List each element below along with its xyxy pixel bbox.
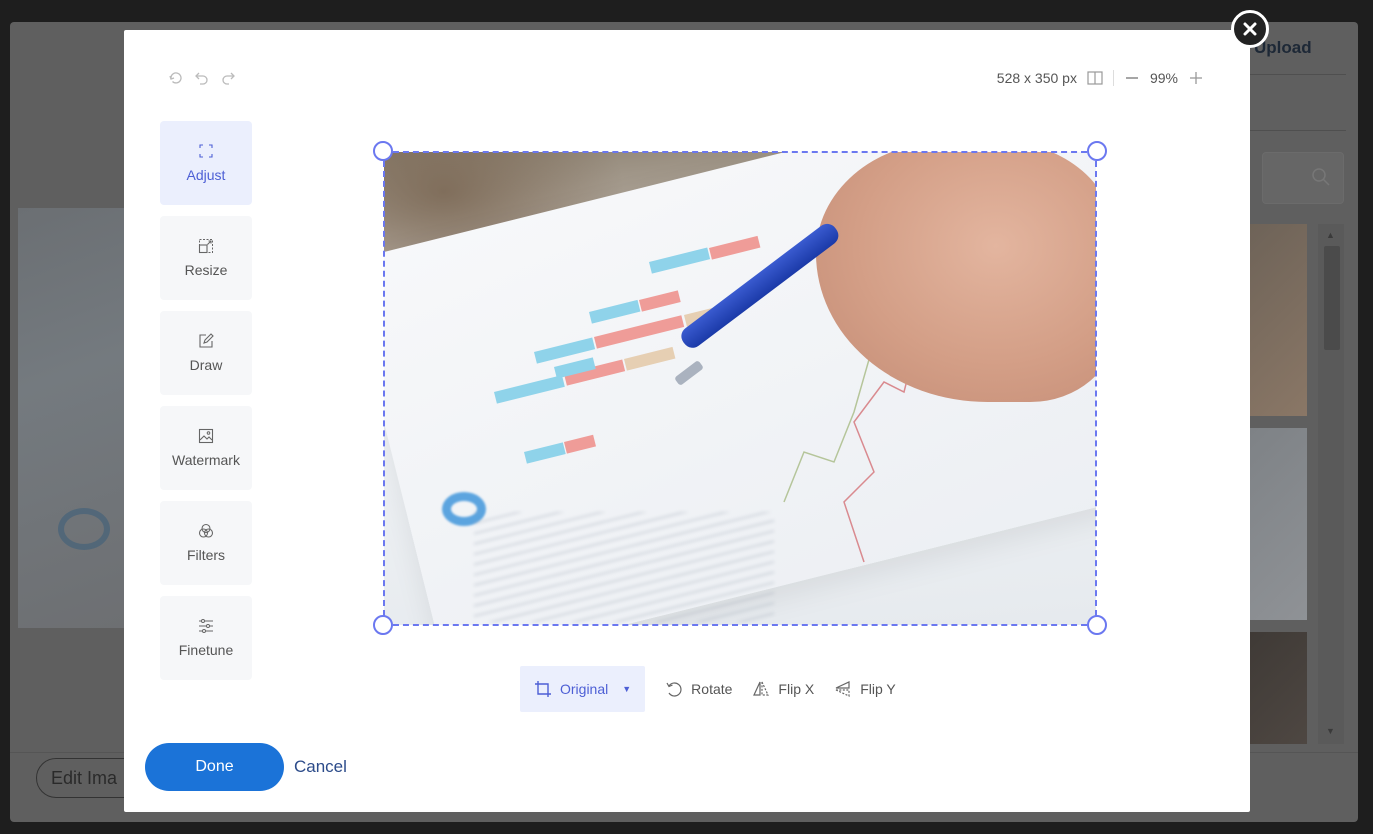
crop-toolbar: Original ▼ Rotate Flip X Flip Y <box>520 666 896 712</box>
rotate-button[interactable]: Rotate <box>665 666 732 712</box>
aspect-ratio-label: Original <box>560 681 609 697</box>
zoom-level: 99% <box>1149 70 1178 86</box>
image-icon <box>198 428 214 444</box>
zoom-in-icon[interactable] <box>1188 70 1204 86</box>
background-thumbnail <box>1250 224 1307 416</box>
flip-vertical-icon <box>835 681 850 697</box>
image-size-label: 528 x 350 px <box>996 70 1077 86</box>
rotate-icon <box>666 682 682 697</box>
background-divider <box>1250 130 1346 131</box>
flip-x-button[interactable]: Flip X <box>752 666 814 712</box>
undo-icon[interactable] <box>194 70 210 86</box>
tool-label: Finetune <box>178 642 234 658</box>
tool-watermark[interactable]: Watermark <box>160 406 252 490</box>
tool-draw[interactable]: Draw <box>160 311 252 395</box>
crop-handle-bottom-left[interactable] <box>373 615 393 635</box>
tool-resize[interactable]: Resize <box>160 216 252 300</box>
crop-corners-icon <box>199 144 213 158</box>
reset-icon[interactable] <box>168 70 184 86</box>
tool-sidebar: Adjust Resize Draw Watermark Filters Fin… <box>160 121 252 691</box>
tool-label: Resize <box>184 262 228 278</box>
flip-x-label: Flip X <box>778 681 815 697</box>
history-controls <box>168 70 236 86</box>
rotate-label: Rotate <box>691 681 733 697</box>
tool-adjust[interactable]: Adjust <box>160 121 252 205</box>
flip-y-label: Flip Y <box>860 681 896 697</box>
background-scrollbar: ▲ ▼ <box>1318 224 1344 744</box>
close-button[interactable] <box>1231 10 1269 48</box>
search-icon <box>1312 168 1330 186</box>
divider <box>1112 70 1114 86</box>
background-thumbnail <box>1250 428 1307 620</box>
background-thumbnail <box>1250 632 1307 744</box>
tool-label: Adjust <box>186 167 226 183</box>
pencil-square-icon <box>199 333 214 348</box>
done-button[interactable]: Done <box>145 743 284 791</box>
tool-label: Filters <box>186 547 226 563</box>
chevron-down-icon: ▼ <box>622 684 632 694</box>
close-icon <box>1243 22 1257 36</box>
flip-y-button[interactable]: Flip Y <box>834 666 896 712</box>
background-divider <box>1250 74 1346 75</box>
tool-finetune[interactable]: Finetune <box>160 596 252 680</box>
tool-label: Draw <box>189 357 223 373</box>
zoom-out-icon[interactable] <box>1124 71 1140 85</box>
circles-icon <box>198 523 214 538</box>
background-image <box>18 208 128 628</box>
crop-handle-bottom-right[interactable] <box>1087 615 1107 635</box>
resize-icon <box>198 239 213 254</box>
cancel-button[interactable]: Cancel <box>294 757 347 777</box>
zoom-controls: 528 x 350 px 99% <box>997 70 1204 86</box>
tool-filters[interactable]: Filters <box>160 501 252 585</box>
compare-icon[interactable] <box>1087 71 1103 85</box>
crop-handle-top-right[interactable] <box>1087 141 1107 161</box>
aspect-ratio-dropdown[interactable]: Original ▼ <box>520 666 646 712</box>
flip-horizontal-icon <box>753 681 770 696</box>
redo-icon[interactable] <box>220 70 236 86</box>
image-editor-modal: 528 x 350 px 99% Adjust Resize Draw Wate… <box>124 30 1250 812</box>
tool-label: Watermark <box>172 452 240 468</box>
sliders-icon <box>199 619 213 633</box>
image-canvas[interactable] <box>384 152 1096 625</box>
background-search-box <box>1262 152 1344 204</box>
crop-handle-top-left[interactable] <box>373 141 393 161</box>
crop-icon <box>535 681 551 697</box>
image-blurred-text <box>474 512 774 622</box>
